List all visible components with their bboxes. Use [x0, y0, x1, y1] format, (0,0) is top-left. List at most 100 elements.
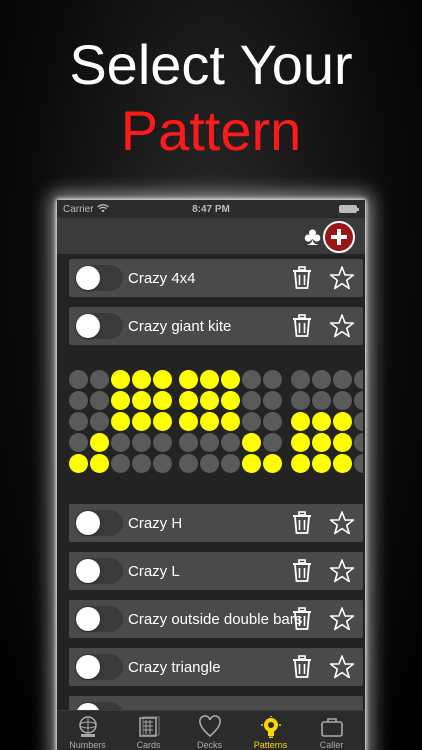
dot-marked	[242, 454, 261, 473]
dot-unmarked	[291, 370, 310, 389]
toggle-knob	[76, 655, 100, 679]
dot-marked	[312, 412, 331, 431]
enable-toggle[interactable]	[75, 510, 123, 536]
dot-marked	[132, 412, 151, 431]
dot-marked	[153, 391, 172, 410]
pattern-list[interactable]: Crazy 4x4 Crazy giant kite Crazy H Crazy…	[57, 254, 365, 734]
star-icon[interactable]	[329, 654, 355, 680]
promo-background: Select Your Pattern Carrier 8:47 PM ♣ Cr…	[0, 0, 422, 750]
status-bar: Carrier 8:47 PM	[57, 200, 365, 218]
briefcase-icon	[320, 718, 343, 737]
tab-label: Decks	[196, 740, 222, 750]
headline-line2: Pattern	[120, 99, 302, 162]
dot-unmarked	[132, 433, 151, 452]
dot-marked	[312, 433, 331, 452]
add-pattern-button[interactable]	[323, 221, 355, 253]
star-icon[interactable]	[329, 510, 355, 536]
clover-icon[interactable]: ♣	[304, 221, 321, 251]
dot-marked	[200, 370, 219, 389]
tab-label: Caller	[319, 740, 344, 750]
dot-unmarked	[242, 391, 261, 410]
enable-toggle[interactable]	[75, 606, 123, 632]
dot-marked	[111, 370, 130, 389]
dot-unmarked	[354, 391, 363, 410]
tab-bar: Numbers Cards Decks Patterns Caller	[57, 710, 365, 750]
dot-marked	[153, 370, 172, 389]
tab-decks[interactable]: Decks	[179, 711, 240, 750]
tab-numbers[interactable]: Numbers	[57, 711, 118, 750]
dot-marked	[221, 412, 240, 431]
dot-unmarked	[90, 412, 109, 431]
dot-marked	[242, 433, 261, 452]
star-icon[interactable]	[329, 606, 355, 632]
dot-unmarked	[221, 454, 240, 473]
toggle-knob	[76, 266, 100, 290]
cards-grid-icon	[138, 716, 159, 737]
dot-unmarked	[153, 433, 172, 452]
list-item[interactable]: Crazy L	[69, 552, 363, 590]
dot-unmarked	[69, 412, 88, 431]
trash-icon[interactable]	[291, 266, 313, 290]
dot-unmarked	[263, 370, 282, 389]
dot-unmarked	[333, 391, 352, 410]
dot-marked	[263, 454, 282, 473]
tab-caller[interactable]: Caller	[301, 711, 362, 750]
trash-icon[interactable]	[291, 559, 313, 583]
enable-toggle[interactable]	[75, 313, 123, 339]
trash-icon[interactable]	[291, 655, 313, 679]
list-item[interactable]: Crazy triangle	[69, 648, 363, 686]
dot-marked	[200, 391, 219, 410]
enable-toggle[interactable]	[75, 654, 123, 680]
nav-bar: ♣	[57, 218, 365, 254]
dot-unmarked	[263, 391, 282, 410]
dot-unmarked	[132, 454, 151, 473]
dot-marked	[90, 433, 109, 452]
dot-unmarked	[111, 433, 130, 452]
tab-label: Cards	[136, 740, 161, 750]
dot-unmarked	[200, 433, 219, 452]
pattern-preview	[69, 360, 363, 490]
dot-unmarked	[69, 433, 88, 452]
list-item[interactable]: Crazy outside double bars	[69, 600, 363, 638]
dot-unmarked	[90, 370, 109, 389]
star-icon[interactable]	[329, 558, 355, 584]
trash-icon[interactable]	[291, 511, 313, 535]
dot-marked	[111, 391, 130, 410]
dot-unmarked	[263, 433, 282, 452]
trash-icon[interactable]	[291, 314, 313, 338]
dot-marked	[221, 391, 240, 410]
tab-patterns[interactable]: Patterns	[240, 711, 301, 750]
trash-icon[interactable]	[291, 607, 313, 631]
dot-unmarked	[354, 370, 363, 389]
headline-line1: Select Your	[69, 33, 353, 96]
dot-unmarked	[90, 391, 109, 410]
dot-marked	[333, 412, 352, 431]
dot-marked	[333, 433, 352, 452]
dot-unmarked	[333, 370, 352, 389]
tab-label: Numbers	[69, 740, 106, 750]
status-time: 8:47 PM	[192, 204, 230, 215]
dot-marked	[200, 412, 219, 431]
dot-marked	[221, 370, 240, 389]
enable-toggle[interactable]	[75, 558, 123, 584]
toggle-knob	[76, 511, 100, 535]
dot-unmarked	[354, 454, 363, 473]
dot-unmarked	[179, 454, 198, 473]
dot-unmarked	[354, 412, 363, 431]
enable-toggle[interactable]	[75, 265, 123, 291]
dot-marked	[333, 454, 352, 473]
dot-marked	[291, 412, 310, 431]
list-item[interactable]: Crazy H	[69, 504, 363, 542]
heart-icon	[198, 715, 221, 738]
list-item[interactable]: Crazy giant kite	[69, 307, 363, 345]
dot-unmarked	[312, 370, 331, 389]
tab-label: Patterns	[253, 740, 288, 750]
tab-cards[interactable]: Cards	[118, 711, 179, 750]
star-icon[interactable]	[329, 313, 355, 339]
dot-marked	[132, 370, 151, 389]
star-icon[interactable]	[329, 265, 355, 291]
dot-unmarked	[153, 454, 172, 473]
dot-unmarked	[312, 391, 331, 410]
bingo-cage-icon	[78, 716, 97, 737]
list-item[interactable]: Crazy 4x4	[69, 259, 363, 297]
